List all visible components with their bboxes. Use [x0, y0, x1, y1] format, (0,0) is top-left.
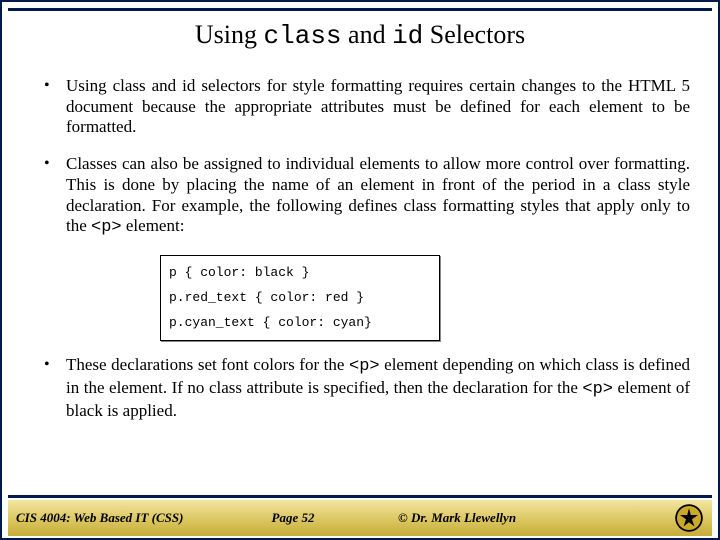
- bullet-1-text: Using class and id selectors for style f…: [66, 76, 690, 136]
- code-line-2: p.red_text { color: red }: [169, 286, 431, 311]
- code-line-3: p.cyan_text { color: cyan}: [169, 311, 431, 336]
- title-code-id: id: [392, 21, 423, 51]
- title-text-3: Selectors: [423, 20, 525, 49]
- footer-course: CIS 4004: Web Based IT (CSS): [8, 510, 218, 526]
- ucf-logo-icon: [666, 503, 712, 533]
- slide-body: Using class and id selectors for style f…: [40, 76, 690, 488]
- code-line-1: p { color: black }: [169, 261, 431, 286]
- slide-title: Using class and id Selectors: [2, 20, 718, 51]
- title-text-2: and: [342, 20, 393, 49]
- bullet-3-text-a: These declarations set font colors for t…: [66, 355, 349, 374]
- bullet-1: Using class and id selectors for style f…: [40, 76, 690, 138]
- bottom-rule: [8, 495, 712, 498]
- footer-author: © Dr. Mark Llewellyn: [368, 510, 666, 526]
- title-code-class: class: [264, 21, 342, 51]
- bullet-list: Using class and id selectors for style f…: [40, 76, 690, 239]
- code-example-box: p { color: black } p.red_text { color: r…: [160, 255, 440, 341]
- footer-page: Page 52: [218, 510, 368, 526]
- top-rule: [8, 8, 712, 11]
- bullet-2: Classes can also be assigned to individu…: [40, 154, 690, 239]
- bullet-list-2: These declarations set font colors for t…: [40, 355, 690, 421]
- title-text-1: Using: [195, 20, 264, 49]
- bullet-3: These declarations set font colors for t…: [40, 355, 690, 421]
- bullet-2-text-b: element:: [122, 216, 185, 235]
- bullet-3-code-2: <p>: [582, 380, 613, 399]
- bullet-3-code-1: <p>: [349, 357, 380, 376]
- bullet-2-code: <p>: [91, 218, 122, 237]
- footer-bar: CIS 4004: Web Based IT (CSS) Page 52 © D…: [8, 500, 712, 536]
